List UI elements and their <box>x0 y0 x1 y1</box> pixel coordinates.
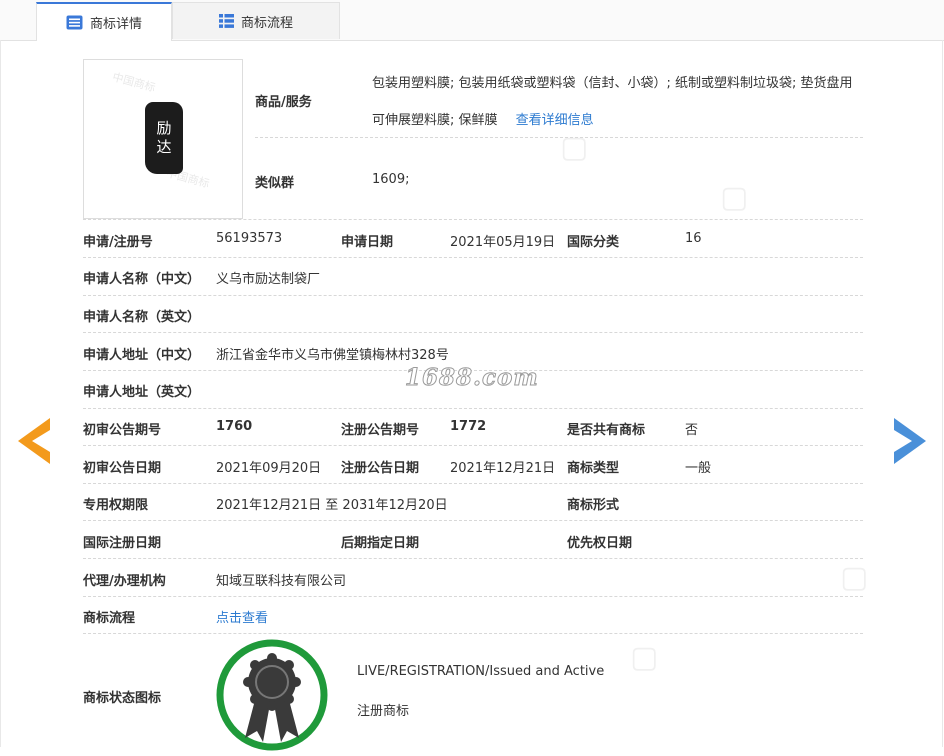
tab-bar: 商标详情 商标流程 <box>0 0 944 41</box>
background-pattern: ▢ <box>560 130 589 165</box>
goods-line-2-text: 可伸展塑料膜; 保鲜膜 <box>372 113 498 128</box>
divider <box>83 257 863 258</box>
trademark-flow-label: 商标流程 <box>83 611 136 626</box>
divider <box>83 520 863 521</box>
next-arrow-icon[interactable] <box>892 418 926 464</box>
similar-group-value: 1609; <box>372 172 410 187</box>
previous-arrow-icon[interactable] <box>18 418 52 464</box>
status-text-cn: 注册商标 <box>357 704 410 719</box>
reg-no-label: 申请/注册号 <box>83 235 153 250</box>
prelim-date-value: 2021年09月20日 <box>216 461 322 476</box>
goods-line-1: 包装用塑料膜; 包装用纸袋或塑料袋（信封、小袋）; 纸制或塑料制垃圾袋; 垫货盘… <box>372 76 853 91</box>
prelim-date-label: 初审公告日期 <box>83 461 162 476</box>
background-pattern: ▢ <box>720 180 749 215</box>
mark-type-label: 商标类型 <box>567 461 620 476</box>
divider <box>83 558 863 559</box>
mark-form-label: 商标形式 <box>567 498 620 513</box>
background-pattern: ▢ <box>630 640 659 675</box>
apply-date-label: 申请日期 <box>341 235 394 250</box>
agent-label: 代理/办理机构 <box>83 574 166 589</box>
priority-date-label: 优先权日期 <box>567 536 633 551</box>
logo-char: 达 <box>156 138 172 156</box>
view-flow-link[interactable]: 点击查看 <box>216 607 268 626</box>
divider <box>83 633 863 634</box>
reg-pub-date-value: 2021年12月21日 <box>450 461 556 476</box>
trademark-image: 中国商标 中国商标 励 达 <box>83 59 243 219</box>
divider <box>83 295 863 296</box>
applicant-cn-value: 义乌市励达制袋厂 <box>216 272 321 287</box>
divider <box>83 332 863 333</box>
applicant-cn-label: 申请人名称（中文） <box>83 272 201 287</box>
image-watermark: 中国商标 <box>110 70 157 95</box>
divider <box>83 483 863 484</box>
registered-badge-icon <box>215 638 329 752</box>
apply-date-value: 2021年05月19日 <box>450 235 556 250</box>
address-en-label: 申请人地址（英文） <box>83 385 201 400</box>
shared-value: 否 <box>685 423 699 438</box>
intl-class-value: 16 <box>685 231 702 246</box>
view-details-link[interactable]: 查看详细信息 <box>516 113 594 128</box>
tab-label: 商标详情 <box>89 17 142 32</box>
goods-line-2: 可伸展塑料膜; 保鲜膜 查看详细信息 <box>372 109 594 128</box>
similar-group-label: 类似群 <box>255 176 295 191</box>
goods-label: 商品/服务 <box>255 95 312 110</box>
shared-label: 是否共有商标 <box>567 423 646 438</box>
intl-reg-date-label: 国际注册日期 <box>83 536 162 551</box>
grid-list-icon <box>218 14 234 28</box>
divider <box>83 408 863 409</box>
intl-class-label: 国际分类 <box>567 235 620 250</box>
applicant-en-label: 申请人名称（英文） <box>83 310 201 325</box>
later-date-label: 后期指定日期 <box>341 536 420 551</box>
tab-label: 商标流程 <box>240 15 293 31</box>
exclusive-period-label: 专用权期限 <box>83 498 149 513</box>
prelim-no-label: 初审公告期号 <box>83 423 162 438</box>
prelim-no-value: 1760 <box>216 419 253 434</box>
reg-pub-no-label: 注册公告期号 <box>341 423 420 438</box>
reg-pub-no-value: 1772 <box>450 419 487 434</box>
reg-pub-date-label: 注册公告日期 <box>341 461 420 476</box>
exclusive-period-value: 2021年12月21日 至 2031年12月20日 <box>216 498 448 513</box>
status-icon-label: 商标状态图标 <box>83 691 162 706</box>
divider <box>83 445 863 446</box>
divider <box>83 596 863 597</box>
tab-trademark-details[interactable]: 商标详情 <box>36 2 172 41</box>
trademark-logo: 励 达 <box>145 102 183 174</box>
address-cn-value: 浙江省金华市义乌市佛堂镇梅林村328号 <box>216 348 449 363</box>
divider <box>255 137 863 138</box>
list-icon <box>66 15 83 30</box>
mark-type-value: 一般 <box>685 461 712 476</box>
address-cn-label: 申请人地址（中文） <box>83 348 201 363</box>
background-pattern: ▢ <box>840 560 869 595</box>
status-text-en: LIVE/REGISTRATION/Issued and Active <box>357 664 605 679</box>
reg-no-value: 56193573 <box>216 231 283 246</box>
tab-trademark-flow[interactable]: 商标流程 <box>172 2 340 39</box>
site-watermark: 1688.com <box>405 364 539 392</box>
agent-value: 知域互联科技有限公司 <box>216 574 347 589</box>
logo-char: 励 <box>156 119 172 137</box>
divider <box>83 219 863 220</box>
